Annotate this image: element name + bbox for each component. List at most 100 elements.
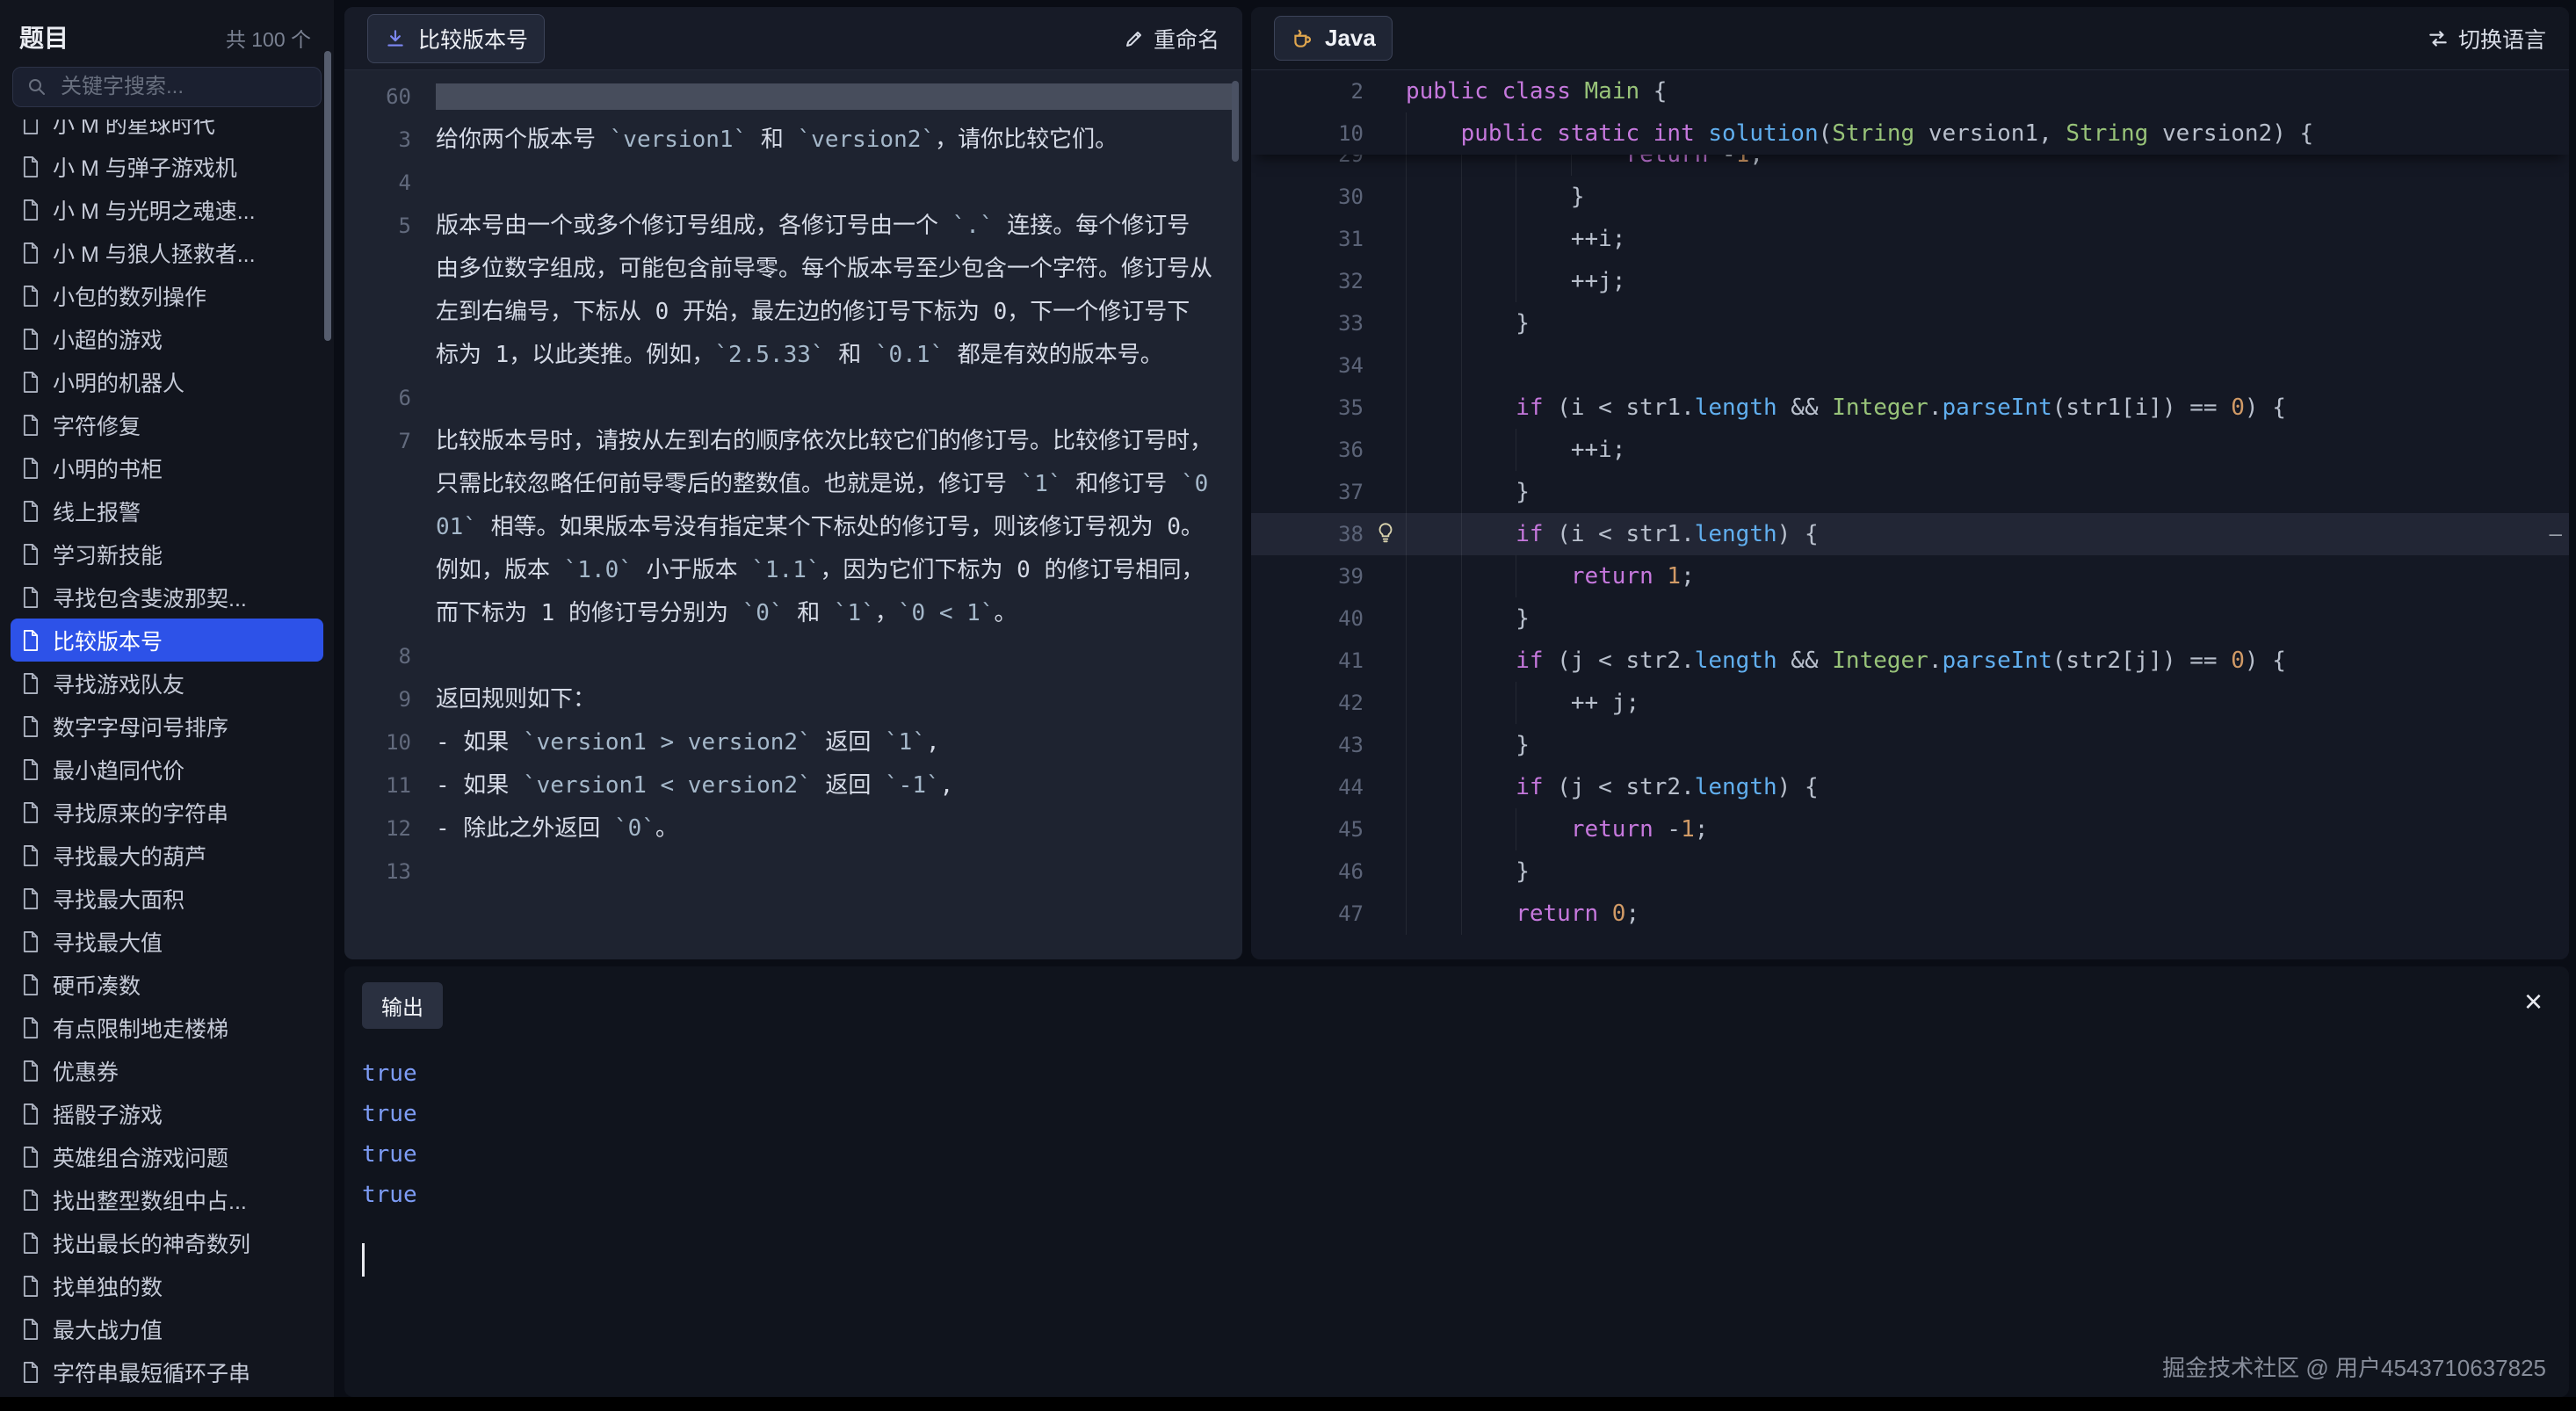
sidebar-item-label: 找出最长的神奇数列 <box>53 1227 250 1259</box>
description-scrollbar[interactable] <box>1232 81 1239 162</box>
sidebar-item[interactable]: 英雄组合游戏问题 <box>11 1135 323 1178</box>
code-line[interactable]: 46} <box>1251 850 2569 893</box>
sidebar-item[interactable]: 寻找包含斐波那契... <box>11 575 323 619</box>
sidebar-item[interactable]: 寻找最大值 <box>11 920 323 963</box>
sidebar-item[interactable]: 有点限制地走楼梯 <box>11 1006 323 1049</box>
line-number: 31 <box>1251 218 1364 260</box>
rename-button[interactable]: 重命名 <box>1124 23 1219 54</box>
sidebar-item[interactable]: 小明的书柜 <box>11 446 323 489</box>
sidebar-item[interactable]: 线上报警 <box>11 489 323 532</box>
document-icon <box>21 672 40 695</box>
description-line[interactable]: 12- 除此之外返回 `0`。 <box>344 807 1242 850</box>
code-line[interactable]: 47return 0; <box>1251 893 2569 935</box>
sidebar-item[interactable]: 小包的数列操作 <box>11 274 323 317</box>
sidebar-item[interactable]: 小 M 的星球时代 <box>11 119 323 145</box>
output-line: true <box>362 1175 2551 1215</box>
description-line[interactable]: 13 <box>344 850 1242 894</box>
code-line[interactable]: 42++ j; <box>1251 682 2569 724</box>
sidebar-item[interactable]: 寻找原来的字符串 <box>11 791 323 834</box>
document-icon <box>21 119 40 135</box>
code-line[interactable]: 32++j; <box>1251 260 2569 302</box>
code-line[interactable]: 43} <box>1251 724 2569 766</box>
document-icon <box>21 973 40 996</box>
search-input[interactable] <box>12 67 322 107</box>
sidebar-item[interactable]: 找单独的数 <box>11 1264 323 1307</box>
document-icon <box>21 500 40 523</box>
description-text <box>436 76 1242 119</box>
sidebar-item[interactable]: 优惠券 <box>11 1049 323 1092</box>
code-line[interactable]: 35if (i < str1.length && Integer.parseIn… <box>1251 387 2569 429</box>
description-line[interactable]: 7比较版本号时，请按从左到右的顺序依次比较它们的修订号。比较修订号时，只需比较忽… <box>344 420 1242 635</box>
code-line[interactable]: 30} <box>1251 176 2569 218</box>
sidebar-item[interactable]: 小 M 与光明之魂速... <box>11 188 323 231</box>
code-line[interactable]: 45return -1; <box>1251 808 2569 850</box>
problem-description[interactable]: 603给你两个版本号 `version1` 和 `version2`，请你比较它… <box>344 70 1242 954</box>
sidebar-item[interactable]: 寻找最大面积 <box>11 877 323 920</box>
description-line[interactable]: 4 <box>344 162 1242 205</box>
sidebar-header: 题目 共 100 个 <box>0 0 334 67</box>
sidebar-item[interactable]: 学习新技能 <box>11 532 323 575</box>
code-line[interactable]: 40} <box>1251 597 2569 640</box>
sidebar-item-label: 小包的数列操作 <box>53 280 206 312</box>
problem-title-badge[interactable]: 比较版本号 <box>367 14 545 63</box>
code-line[interactable]: 10public static int solution(String vers… <box>1251 112 2569 155</box>
sidebar-item[interactable]: 硬币凑数 <box>11 963 323 1006</box>
description-line[interactable]: 6 <box>344 377 1242 420</box>
sidebar-item-label: 寻找最大的葫芦 <box>53 840 206 872</box>
sidebar-item[interactable]: 小 M 与狼人拯救者... <box>11 231 323 274</box>
code-line[interactable]: 37} <box>1251 471 2569 513</box>
code-text: } <box>1364 724 2569 766</box>
sidebar-item-label: 优惠券 <box>53 1055 119 1087</box>
sidebar-item[interactable]: 摇骰子游戏 <box>11 1092 323 1135</box>
line-number: 39 <box>1251 555 1364 597</box>
description-line[interactable]: 10- 如果 `version1 > version2` 返回 `1`, <box>344 721 1242 764</box>
code-line[interactable]: 41if (j < str2.length && Integer.parseIn… <box>1251 640 2569 682</box>
code-line[interactable]: 31++i; <box>1251 218 2569 260</box>
code-line[interactable]: 38if (i < str1.length) {— <box>1251 513 2569 555</box>
sidebar-item-label: 英雄组合游戏问题 <box>53 1141 228 1173</box>
sidebar-scrollbar[interactable] <box>324 51 331 341</box>
description-line[interactable]: 5版本号由一个或多个修订号组成，各修订号由一个 `.` 连接。每个修订号由多位数… <box>344 205 1242 377</box>
code-line[interactable]: 44if (j < str2.length) { <box>1251 766 2569 808</box>
switch-language-label: 切换语言 <box>2458 23 2546 54</box>
document-icon <box>21 801 40 824</box>
sidebar-item[interactable]: 最小趋同代价 <box>11 748 323 791</box>
description-line[interactable]: 3给你两个版本号 `version1` 和 `version2`，请你比较它们。 <box>344 119 1242 162</box>
output-tab[interactable]: 输出 <box>362 982 443 1029</box>
sidebar-item[interactable]: 找出整型数组中占... <box>11 1178 323 1221</box>
sidebar-item[interactable]: 最大战力值 <box>11 1307 323 1350</box>
sidebar-item[interactable]: 找出最长的神奇数列 <box>11 1221 323 1264</box>
description-line[interactable]: 9返回规则如下： <box>344 678 1242 721</box>
close-icon[interactable]: × <box>2524 986 2543 1017</box>
language-badge[interactable]: Java <box>1274 16 1393 61</box>
description-text: 返回规则如下： <box>436 678 1242 721</box>
sidebar-item[interactable]: 字符串最短循环子串 <box>11 1350 323 1393</box>
sidebar-item[interactable]: 小 M 与弹子游戏机 <box>11 145 323 188</box>
description-line[interactable]: 8 <box>344 635 1242 678</box>
sidebar-item[interactable]: 字符修复 <box>11 403 323 446</box>
problem-panel: 比较版本号 重命名 603给你两个版本号 `version1` 和 `versi… <box>344 7 1242 959</box>
description-line[interactable]: 11- 如果 `version1 < version2` 返回 `-1`, <box>344 764 1242 807</box>
sidebar-item[interactable]: 小超的游戏 <box>11 317 323 360</box>
language-label: Java <box>1325 25 1376 52</box>
sidebar-item[interactable]: 比较版本号 <box>11 619 323 662</box>
description-line[interactable]: 60 <box>344 76 1242 119</box>
code-line[interactable]: 33} <box>1251 302 2569 344</box>
code-editor[interactable]: 2public class Main {10public static int … <box>1251 70 2569 959</box>
sidebar-item[interactable]: 数字字母问号排序 <box>11 705 323 748</box>
output-console[interactable]: truetruetruetrue <box>344 1032 2569 1298</box>
sidebar-item[interactable]: 寻找游戏队友 <box>11 662 323 705</box>
line-number: 13 <box>344 850 436 894</box>
sidebar-item-label: 寻找原来的字符串 <box>53 797 228 829</box>
code-text: ++i; <box>1364 429 2569 471</box>
app-root: 题目 共 100 个 小 M 的星球时代小 M 与弹子游戏机小 M 与光明之魂速… <box>0 0 2576 1411</box>
sidebar-title: 题目 <box>19 19 69 54</box>
code-line[interactable]: 39return 1; <box>1251 555 2569 597</box>
sidebar-item[interactable]: 小明的机器人 <box>11 360 323 403</box>
switch-language-button[interactable]: 切换语言 <box>2427 23 2546 54</box>
code-line[interactable]: 34 <box>1251 344 2569 387</box>
code-line[interactable]: 2public class Main { <box>1251 70 2569 112</box>
sidebar-item[interactable]: 寻找最大的葫芦 <box>11 834 323 877</box>
code-line[interactable]: 36++i; <box>1251 429 2569 471</box>
lightbulb-icon[interactable] <box>1374 521 1397 544</box>
